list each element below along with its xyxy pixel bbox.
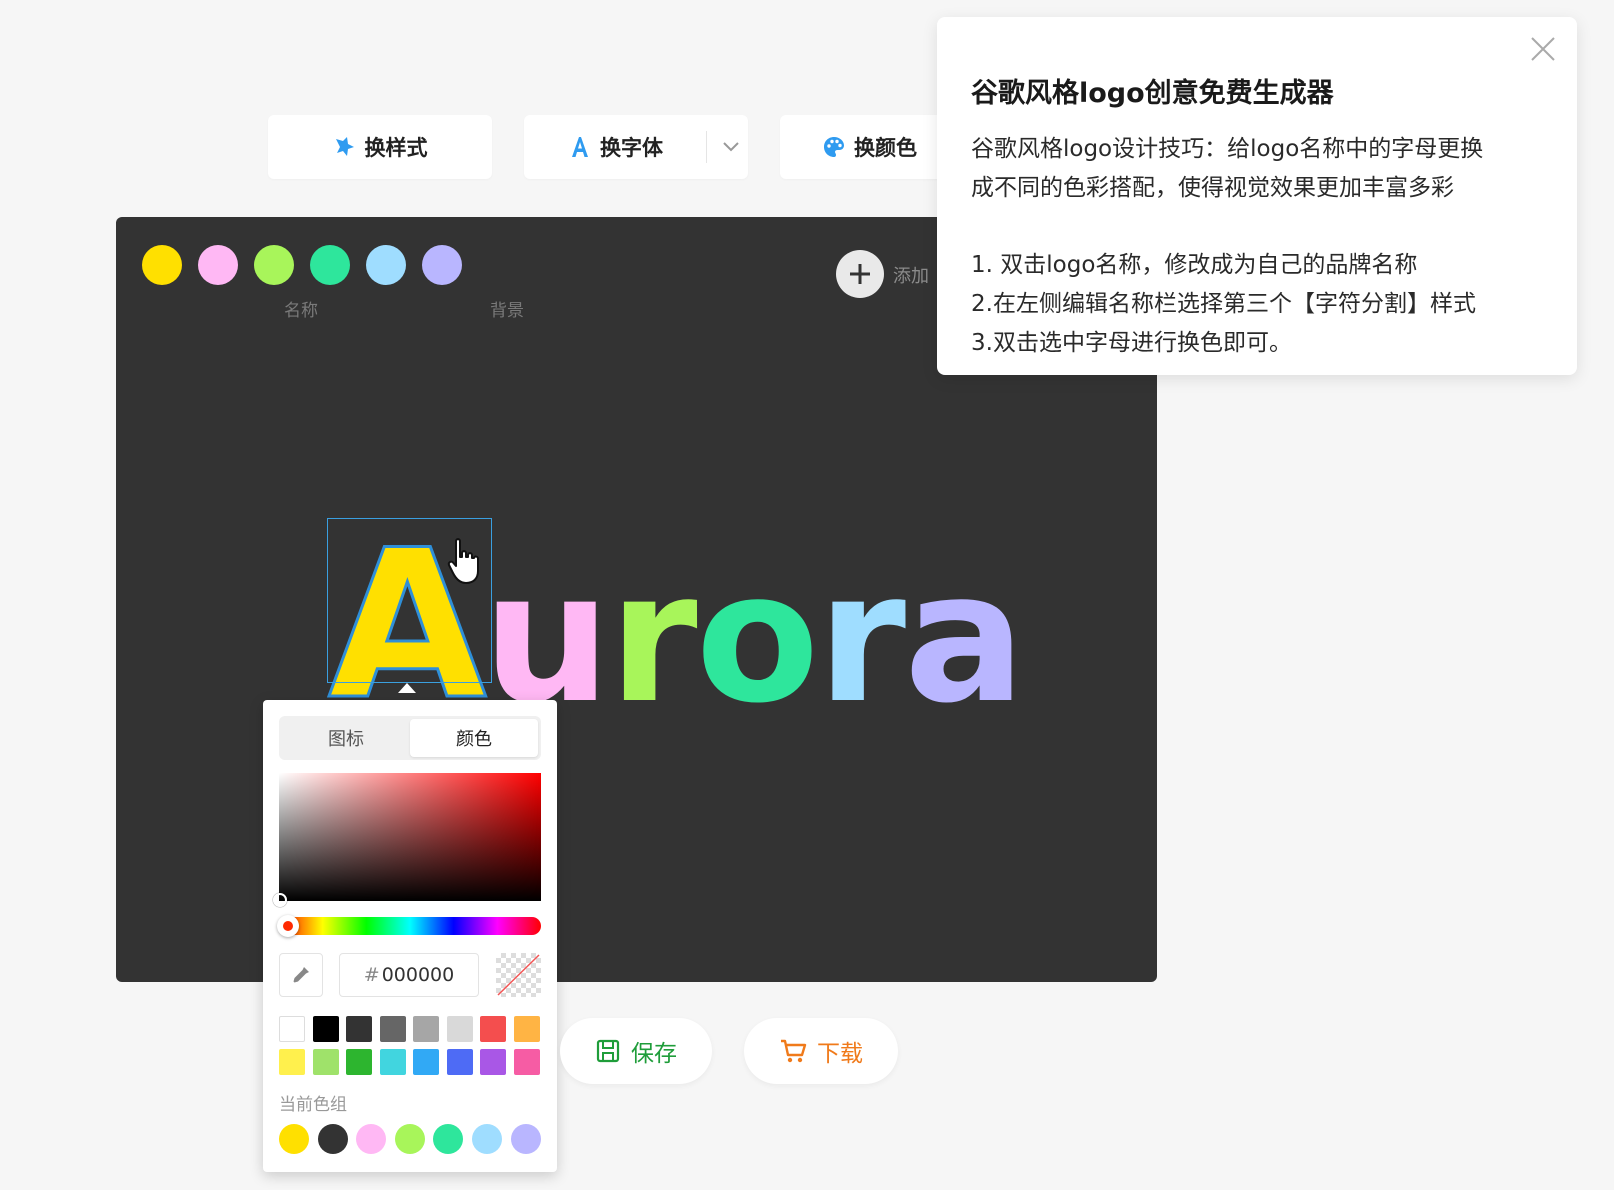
chevron-down-icon[interactable] bbox=[720, 135, 742, 162]
tab-color[interactable]: 颜色 bbox=[410, 719, 538, 757]
palette-dot[interactable] bbox=[310, 245, 350, 285]
change-font-label: 换字体 bbox=[600, 136, 663, 160]
font-button-divider bbox=[706, 131, 707, 163]
palette-dot[interactable] bbox=[142, 245, 182, 285]
picker-tabs: 图标 颜色 bbox=[279, 716, 541, 760]
palette-dot[interactable] bbox=[198, 245, 238, 285]
add-label: 添加 bbox=[893, 266, 929, 287]
tips-step: 3.双击选中字母进行换色即可。 bbox=[971, 330, 1292, 356]
change-font-button[interactable]: 换字体 bbox=[524, 115, 748, 179]
save-icon bbox=[596, 1039, 620, 1063]
plus-icon bbox=[850, 264, 870, 284]
color-swatch[interactable] bbox=[480, 1049, 506, 1075]
hue-slider-handle[interactable] bbox=[277, 915, 299, 937]
tips-title: 谷歌风格logo创意免费生成器 bbox=[971, 78, 1334, 109]
popover-caret bbox=[398, 683, 416, 693]
color-swatch[interactable] bbox=[346, 1016, 372, 1042]
current-color-dot[interactable] bbox=[279, 1124, 309, 1154]
tips-panel: 谷歌风格logo创意免费生成器 谷歌风格logo设计技巧：给logo名称中的字母… bbox=[937, 17, 1577, 375]
hand-cursor-icon bbox=[447, 538, 479, 584]
transparent-color-button[interactable] bbox=[496, 953, 541, 997]
current-color-dot[interactable] bbox=[356, 1124, 387, 1154]
cart-icon bbox=[781, 1039, 807, 1063]
logo-letter[interactable]: o bbox=[696, 549, 820, 729]
tips-step: 1. 双击logo名称，修改成为自己的品牌名称 bbox=[971, 252, 1418, 278]
tips-body: 谷歌风格logo设计技巧：给logo名称中的字母更换 成不同的色彩搭配，使得视觉… bbox=[971, 130, 1547, 363]
logo-letter[interactable]: r bbox=[609, 549, 698, 729]
letter-a-icon bbox=[568, 135, 592, 159]
hex-value: 000000 bbox=[381, 964, 455, 986]
palette-dot[interactable] bbox=[254, 245, 294, 285]
tips-step: 2.在左侧编辑名称栏选择第三个【字符分割】样式 bbox=[971, 291, 1476, 317]
palette-name-label: 名称 bbox=[284, 301, 318, 321]
saturation-handle[interactable] bbox=[273, 893, 287, 907]
current-color-dot[interactable] bbox=[433, 1124, 464, 1154]
color-swatch[interactable] bbox=[279, 1016, 305, 1042]
tips-intro-line: 谷歌风格logo设计技巧：给logo名称中的字母更换 bbox=[971, 136, 1484, 162]
logo-letter[interactable]: a bbox=[904, 549, 1025, 729]
eyedropper-icon bbox=[293, 967, 309, 983]
download-label: 下载 bbox=[817, 1041, 863, 1067]
hue-slider[interactable] bbox=[277, 915, 541, 937]
palette-icon bbox=[822, 135, 846, 159]
color-swatch[interactable] bbox=[446, 1016, 473, 1042]
color-swatch[interactable] bbox=[312, 1049, 339, 1075]
logo-editor-page: 换样式 换字体 换颜色 名称 背景 添加 A u r o r a 图标 颜色 #… bbox=[0, 0, 1614, 1190]
color-swatch[interactable] bbox=[480, 1016, 506, 1042]
color-swatch[interactable] bbox=[446, 1049, 473, 1075]
current-color-dot[interactable] bbox=[317, 1124, 348, 1154]
tips-intro-line: 成不同的色彩搭配，使得视觉效果更加丰富多彩 bbox=[971, 175, 1454, 201]
color-swatch[interactable] bbox=[513, 1049, 540, 1075]
save-button[interactable]: 保存 bbox=[560, 1018, 712, 1084]
sparkle-icon bbox=[333, 135, 357, 159]
color-swatch[interactable] bbox=[379, 1016, 406, 1042]
palette-background-label: 背景 bbox=[490, 301, 524, 321]
eyedropper-button[interactable] bbox=[279, 953, 323, 997]
saturation-value-area[interactable] bbox=[273, 773, 541, 907]
no-color-slash-icon bbox=[497, 954, 540, 996]
current-palette-label: 当前色组 bbox=[279, 1095, 347, 1115]
current-color-dot[interactable] bbox=[394, 1124, 425, 1154]
hex-hash: # bbox=[363, 964, 380, 986]
current-palette-row bbox=[279, 1124, 541, 1154]
save-label: 保存 bbox=[631, 1041, 677, 1067]
close-icon[interactable] bbox=[1529, 35, 1557, 63]
color-swatch[interactable] bbox=[279, 1049, 305, 1075]
change-color-button[interactable]: 换颜色 bbox=[780, 115, 950, 179]
hex-input[interactable]: # 000000 bbox=[339, 953, 479, 997]
color-swatch[interactable] bbox=[346, 1049, 372, 1075]
download-button[interactable]: 下载 bbox=[744, 1018, 898, 1084]
palette-dot[interactable] bbox=[366, 245, 406, 285]
tab-icon[interactable]: 图标 bbox=[282, 719, 410, 757]
change-style-label: 换样式 bbox=[364, 136, 428, 160]
color-picker-popover: 图标 颜色 # 000000 当前色组 bbox=[263, 700, 557, 1172]
change-style-button[interactable]: 换样式 bbox=[268, 115, 492, 179]
color-swatch[interactable] bbox=[513, 1016, 540, 1042]
change-color-label: 换颜色 bbox=[854, 136, 917, 160]
preset-swatch-grid bbox=[279, 1016, 545, 1075]
logo-letter[interactable]: r bbox=[817, 549, 906, 729]
palette-dot[interactable] bbox=[422, 245, 462, 285]
color-swatch[interactable] bbox=[312, 1016, 339, 1042]
color-swatch[interactable] bbox=[379, 1049, 406, 1075]
color-swatch[interactable] bbox=[413, 1016, 439, 1042]
current-color-dot[interactable] bbox=[510, 1124, 541, 1154]
color-swatch[interactable] bbox=[413, 1049, 439, 1075]
add-button[interactable] bbox=[836, 250, 884, 298]
current-color-dot[interactable] bbox=[471, 1124, 502, 1154]
